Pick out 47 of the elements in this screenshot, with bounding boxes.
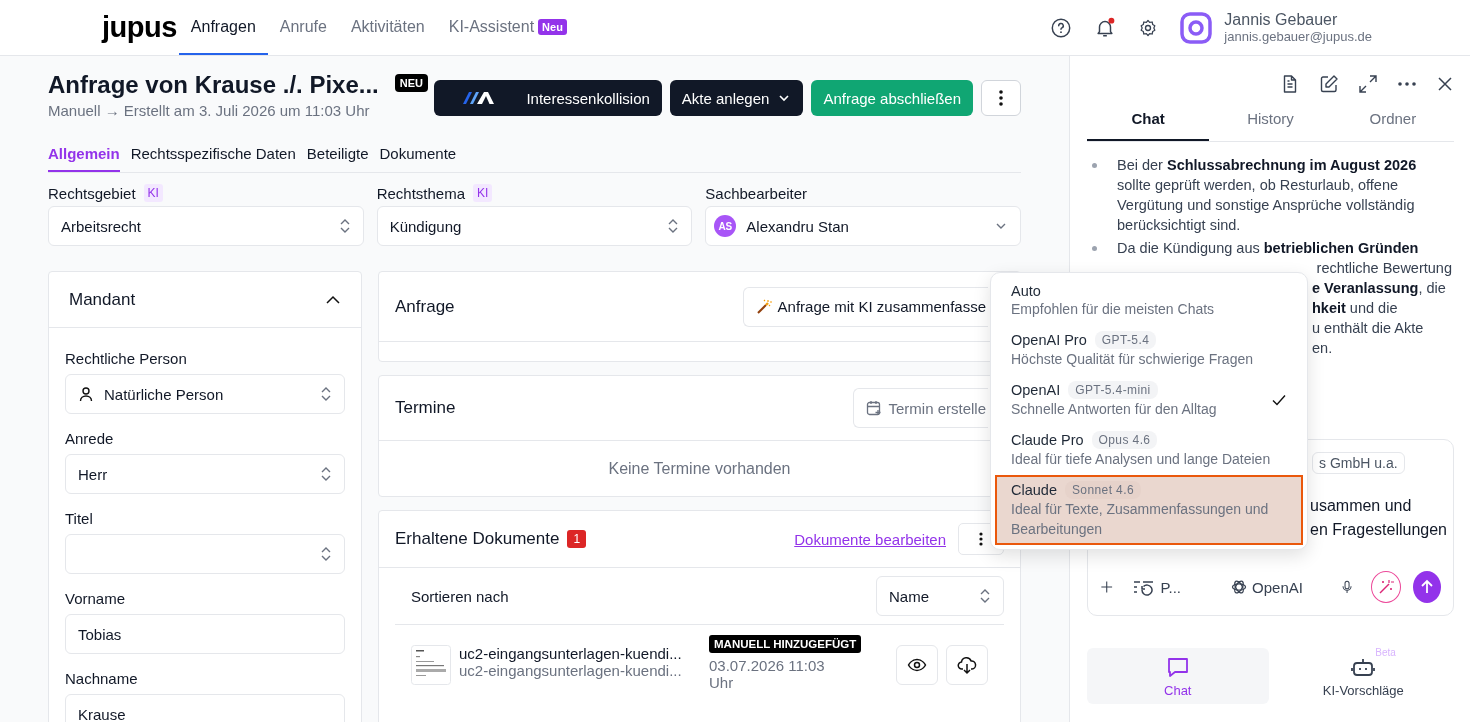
document-date: 03.07.2026 11:03 Uhr [709,657,826,691]
beta-label: Beta [1375,646,1396,658]
page-title: Anfrage von Krause ./. Pixe... [48,70,379,100]
field-label: Nachname [65,670,139,687]
field-label: Rechtliche Person [65,350,188,367]
message-text: u enthält die Akte [1312,319,1424,338]
message-text: Bei der Schlussabrechnung im August 2026 sollte geprüft werden, ob Resturlaub, offene Vergütung und sonstige Ansprüche vollständig berücksichtigt sind. [1117,156,1418,235]
model-description: Ideal für tiefe Analysen und lange Dateien [1011,450,1272,469]
model-description: Schnelle Antworten für den Alltag [1011,400,1218,419]
model-description: Ideal für Texte, Zusammenfassungen und Bearbeitungen [1011,500,1270,539]
field-label: Anrede [65,430,115,447]
model-description: Empfohlen für die meisten Chats [1011,300,1216,319]
ai-badge: KI [143,184,163,202]
message-input-text: en Fragestellungen [1310,520,1447,540]
message-text: rechtliche Bewertung [1316,259,1452,278]
card-title: Termine [395,398,456,418]
model-description: Höchste Qualität für schwierige Fragen [1011,350,1254,369]
sort-label: Sortieren nach [411,587,509,605]
message-text: en. [1312,339,1333,358]
file-name: uc2-eingangsunterlagen-kuendi... [459,662,683,679]
model-tag: Sonnet 4.6 [1064,481,1141,499]
new-badge: Neu [538,18,567,35]
model-tag: GPT-5.4-mini [1068,381,1158,399]
field-label: Rechtsgebiet [48,184,136,202]
logo: jupus [102,11,177,44]
user-email: jannis.gebauer@jupus.de [1224,29,1372,44]
subtitle: Manuell → Erstellt am 3. Juli 2026 um 11:03 Uhr [48,102,371,119]
card-title: Anfrage [395,296,455,317]
message-input-text: usammen und [1310,496,1412,516]
source-badge: MANUELL HINZUGEFÜGT [709,635,862,653]
initials-avatar: AS [714,215,737,237]
count-badge: 1 [567,530,587,548]
field-label: Sachbearbeiter [705,184,808,202]
empty-message: Keine Termine vorhanden [608,459,791,478]
field-label: Vorname [65,590,127,607]
model-tag: GPT-5.4 [1094,331,1157,349]
ai-badge: KI [473,184,493,202]
field-label: Rechtsthema [376,184,466,202]
new-badge: NEU [394,74,428,92]
user-name: Jannis Gebauer [1224,11,1339,29]
card-title: Erhaltene Dokumente [395,529,560,549]
message-text: e Veranlassung, die [1312,279,1446,298]
field-label: Titel [65,510,94,527]
model-tag: Opus 4.6 [1091,431,1158,449]
message-text: hkeit und die [1312,299,1398,318]
message-text: Da die Kündigung aus betrieblichen Gründen [1117,239,1420,258]
card-title: Mandant [69,289,136,310]
